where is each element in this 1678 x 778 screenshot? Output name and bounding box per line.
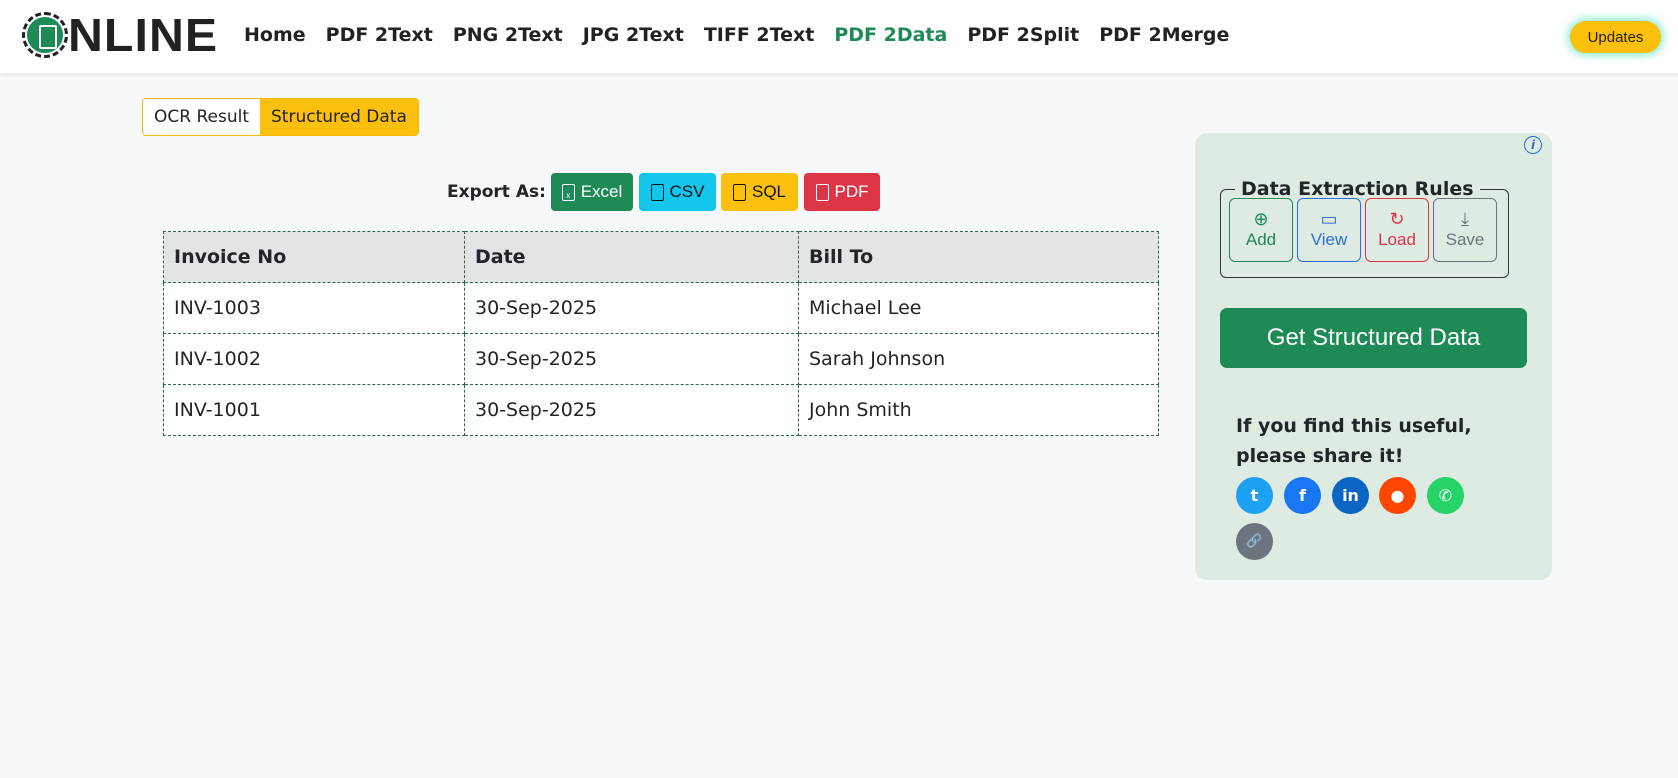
table-cell: Sarah Johnson (798, 333, 1159, 385)
table-header-row: Invoice No Date Bill To (163, 231, 1159, 283)
facebook-share-icon[interactable]: f (1284, 477, 1321, 514)
nav-pdf-2merge[interactable]: PDF 2Merge (1099, 24, 1229, 46)
updates-button[interactable]: Updates (1570, 21, 1661, 53)
nav-pdf-2text[interactable]: PDF 2Text (326, 24, 433, 46)
linkedin-share-icon[interactable]: in (1332, 477, 1369, 514)
button-label: Add (1245, 230, 1277, 249)
nav-home[interactable]: Home (244, 24, 306, 46)
export-sql-button[interactable]: SQL (721, 173, 798, 211)
save-icon: ⤓ (1461, 209, 1469, 229)
pdf-file-icon (815, 183, 829, 201)
table-row: INV-1001 30-Sep-2025 John Smith (163, 384, 1159, 436)
structured-data-table: Invoice No Date Bill To INV-1003 30-Sep-… (163, 231, 1159, 436)
csv-file-icon (650, 183, 664, 201)
button-label: Save (1445, 230, 1485, 249)
data-extraction-rules: Data Extraction Rules ⊕ Add ▭ View ↻ Load ⤓… (1220, 178, 1509, 278)
rules-title: Data Extraction Rules (1241, 178, 1474, 200)
reddit-share-icon[interactable]: ● (1379, 477, 1416, 514)
nav-pdf-2data[interactable]: PDF 2Data (834, 24, 947, 46)
site-logo[interactable]: NLINE (22, 12, 217, 58)
table-cell: John Smith (798, 384, 1159, 436)
info-icon[interactable]: i (1524, 136, 1542, 154)
export-excel-button[interactable]: x Excel (551, 173, 633, 211)
table-cell: Michael Lee (798, 282, 1159, 334)
nav-tiff-2text[interactable]: TIFF 2Text (704, 24, 814, 46)
column-header: Date (464, 231, 799, 283)
excel-file-icon: x (561, 183, 575, 201)
button-label: CSV (669, 182, 705, 201)
column-header: Bill To (798, 231, 1159, 283)
button-label: View (1310, 230, 1348, 249)
main-nav: Home PDF 2Text PNG 2Text JPG 2Text TIFF … (244, 24, 1229, 46)
get-structured-data-button[interactable]: Get Structured Data (1220, 308, 1527, 368)
table-cell: INV-1001 (163, 384, 465, 436)
button-label: Excel (580, 182, 623, 201)
button-label: SQL (751, 182, 787, 201)
table-row: INV-1003 30-Sep-2025 Michael Lee (163, 282, 1159, 334)
column-header: Invoice No (163, 231, 465, 283)
table-cell: 30-Sep-2025 (464, 282, 799, 334)
export-csv-button[interactable]: CSV (639, 173, 716, 211)
plus-circle-icon: ⊕ (1253, 209, 1269, 229)
view-rules-button[interactable]: ▭ View (1297, 198, 1361, 262)
load-rules-button[interactable]: ↻ Load (1365, 198, 1429, 262)
sql-file-icon (732, 183, 746, 201)
side-panel: i Data Extraction Rules ⊕ Add ▭ View ↻ Load… (1195, 133, 1552, 580)
result-tabs: OCR Result Structured Data (142, 98, 419, 136)
table-cell: 30-Sep-2025 (464, 333, 799, 385)
tab-ocr-result[interactable]: OCR Result (143, 99, 260, 135)
top-header: NLINE Home PDF 2Text PNG 2Text JPG 2Text… (0, 0, 1678, 73)
button-label: PDF (834, 182, 869, 201)
button-label: Load (1378, 230, 1416, 249)
copy-link-icon[interactable]: 🔗 (1236, 523, 1273, 560)
whatsapp-share-icon[interactable]: ✆ (1427, 477, 1464, 514)
reload-icon: ↻ (1389, 209, 1405, 229)
nav-png-2text[interactable]: PNG 2Text (453, 24, 563, 46)
share-prompt: If you find this useful, please share it… (1236, 415, 1472, 467)
ocr-logo-icon (22, 12, 68, 58)
table-cell: 30-Sep-2025 (464, 384, 799, 436)
save-rules-button[interactable]: ⤓ Save (1433, 198, 1497, 262)
table-row: INV-1002 30-Sep-2025 Sarah Johnson (163, 333, 1159, 385)
add-rule-button[interactable]: ⊕ Add (1229, 198, 1293, 262)
logo-text: NLINE (68, 9, 219, 61)
view-icon: ▭ (1320, 209, 1338, 229)
twitter-share-icon[interactable]: t (1236, 477, 1273, 514)
nav-pdf-2split[interactable]: PDF 2Split (967, 24, 1079, 46)
export-label: Export As: (447, 182, 546, 202)
table-cell: INV-1003 (163, 282, 465, 334)
table-cell: INV-1002 (163, 333, 465, 385)
tab-structured-data[interactable]: Structured Data (260, 99, 418, 135)
nav-jpg-2text[interactable]: JPG 2Text (583, 24, 684, 46)
export-pdf-button[interactable]: PDF (804, 173, 880, 211)
